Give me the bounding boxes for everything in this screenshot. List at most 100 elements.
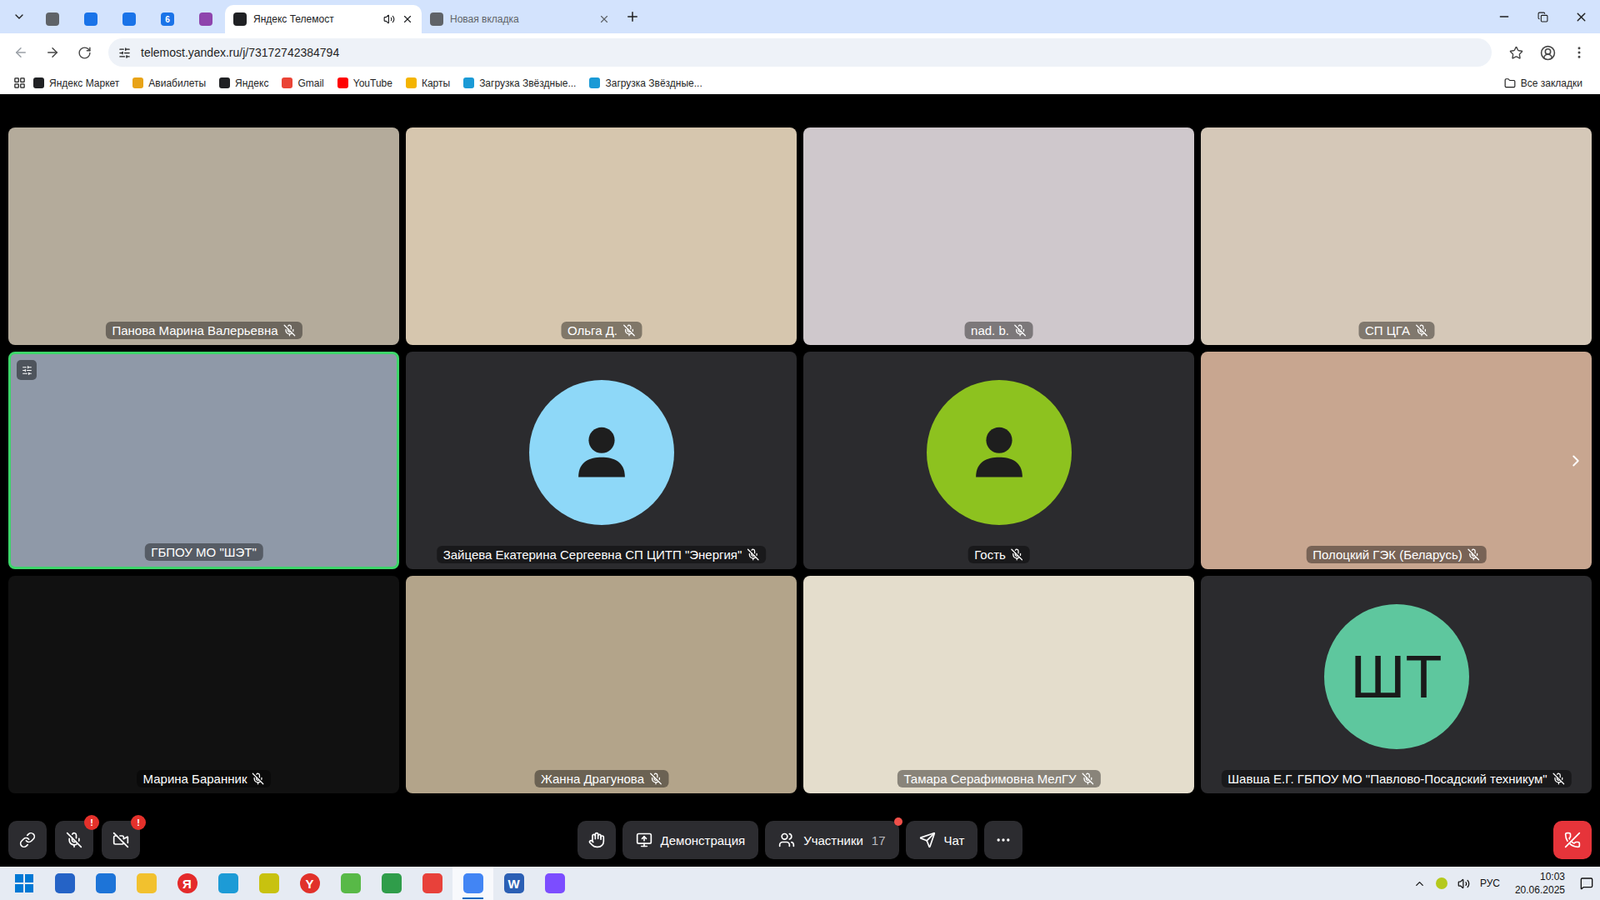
notifications-icon[interactable] [1580, 876, 1594, 890]
taskbar-app[interactable] [452, 866, 494, 900]
participant-tile[interactable]: Зайцева Екатерина Сергеевна СП ЦИТП "Эне… [405, 351, 797, 570]
taskbar-app[interactable] [534, 866, 575, 900]
arrow-right-icon [45, 45, 60, 60]
participant-tile[interactable]: Тамара Серафимовна МелГУ [803, 575, 1195, 794]
reload-button[interactable] [70, 38, 99, 67]
close-icon[interactable] [401, 13, 414, 25]
bookmark[interactable]: Яндекс [213, 75, 275, 91]
new-tab-button[interactable] [618, 0, 647, 34]
address-bar[interactable]: telemost.yandex.ru/j/73172742384794 [108, 38, 1492, 67]
bookmark[interactable]: Gmail [275, 75, 330, 91]
participant-tile[interactable]: Гость [803, 351, 1195, 570]
language[interactable]: РУС [1480, 877, 1500, 890]
participant-tile[interactable]: nad. b. [803, 127, 1195, 345]
taskbar-app[interactable] [44, 866, 85, 900]
taskbar-app[interactable] [207, 866, 249, 900]
hand-button[interactable] [577, 820, 616, 860]
taskbar-app[interactable] [370, 866, 412, 900]
bookmark[interactable]: Карты [400, 75, 456, 91]
restore-button[interactable] [1523, 0, 1562, 34]
windows-icon [15, 874, 34, 893]
back-button[interactable] [6, 38, 35, 67]
taskbar-app[interactable]: W [493, 866, 535, 900]
bookmark[interactable]: Авиабилеты [126, 75, 212, 91]
bookmark-icon [219, 77, 230, 89]
pinned-tab[interactable] [110, 5, 149, 34]
chat-button[interactable]: Чат [905, 820, 979, 860]
copy-link-button[interactable] [8, 820, 47, 860]
taskbar-app[interactable] [125, 866, 167, 900]
participant-tile[interactable]: Ольга Д. [405, 127, 797, 345]
app-icon [340, 873, 361, 894]
mic-button[interactable]: ! [55, 820, 94, 860]
participant-tile[interactable]: Полоцкий ГЭК (Беларусь) [1200, 351, 1592, 570]
favicon-icon [199, 12, 213, 26]
bookmark[interactable]: Загрузка Звёздные... [583, 75, 708, 91]
avatar [926, 380, 1072, 525]
bookmark[interactable]: YouTube [331, 75, 399, 91]
speaker-icon[interactable] [383, 13, 395, 25]
hand-icon [588, 831, 605, 849]
favicon-icon [233, 12, 247, 26]
mic-off-icon [1415, 324, 1428, 337]
warning-badge: ! [84, 815, 100, 830]
participants-button[interactable]: Участники17 [765, 820, 899, 860]
clock[interactable]: 10:0320.06.2025 [1510, 870, 1570, 897]
taskbar-app[interactable] [330, 866, 371, 900]
bookmark-icon [33, 77, 45, 89]
pinned-tab[interactable] [33, 5, 72, 34]
taskbar-app[interactable] [248, 866, 290, 900]
close-icon[interactable] [598, 13, 610, 25]
reload-icon [77, 45, 92, 60]
mic-off-icon [1010, 548, 1024, 561]
participant-name: Марина Баранник [136, 770, 272, 788]
participant-tile[interactable]: Панова Марина Валерьевна [8, 127, 400, 345]
participant-tile[interactable]: ГБПОУ МО "ШЭТ" [8, 351, 400, 570]
avatar-initials: ШТ [1324, 604, 1470, 750]
person-icon [965, 418, 1034, 487]
taskbar-app[interactable] [411, 866, 453, 900]
close-button[interactable] [1561, 0, 1600, 34]
more-button[interactable] [984, 820, 1023, 860]
apps-icon[interactable] [13, 76, 26, 90]
chevron-up-icon[interactable] [1413, 877, 1426, 890]
participant-tile[interactable]: ШТШавша Е.Г. ГБПОУ МО "Павлово-Посадский… [1200, 575, 1592, 794]
start-button[interactable] [3, 866, 45, 900]
menu-button[interactable] [1565, 38, 1594, 67]
taskbar-app[interactable] [85, 866, 126, 900]
screen-button[interactable]: Демонстрация [622, 820, 760, 860]
taskbar-app[interactable]: Y [289, 866, 330, 900]
menu-icon [1571, 45, 1587, 60]
bookmark-button[interactable] [1501, 38, 1530, 67]
participant-tile[interactable]: СП ЦГА [1200, 127, 1592, 345]
next-page-icon[interactable] [1566, 451, 1585, 470]
all-bookmarks[interactable]: Все закладки [1498, 75, 1589, 91]
bookmark[interactable]: Яндекс Маркет [27, 75, 125, 91]
bookmark-icon [337, 77, 349, 89]
link-icon [19, 831, 36, 849]
hang-up-button[interactable] [1553, 820, 1592, 860]
mic-off-icon [251, 772, 265, 785]
browser-tab[interactable]: Новая вкладка [421, 5, 619, 34]
tab-search[interactable] [5, 0, 34, 34]
site-info-icon[interactable] [118, 46, 131, 60]
bookmark[interactable]: Загрузка Звёздные... [457, 75, 582, 91]
pinned-tab[interactable] [71, 5, 110, 34]
profile-button[interactable] [1533, 38, 1562, 67]
participant-tile[interactable]: Жанна Драгунова [405, 575, 797, 794]
taskbar-app[interactable]: Я [166, 866, 208, 900]
camera-button[interactable]: ! [101, 820, 140, 860]
plus-icon [625, 9, 640, 25]
app-icon [259, 873, 280, 894]
browser-tab[interactable]: Яндекс Телемост [225, 5, 422, 34]
pinned-tab[interactable]: 6 [148, 5, 187, 34]
volume-icon[interactable] [1457, 877, 1470, 890]
forward-button[interactable] [38, 38, 67, 67]
pinned-tab[interactable] [186, 5, 225, 34]
tray-app-icon[interactable] [1435, 877, 1448, 890]
participant-tile[interactable]: Марина Баранник [8, 575, 400, 794]
bookmarks-bar: Яндекс МаркетАвиабилетыЯндексGmailYouTub… [0, 71, 1600, 95]
minimize-button[interactable] [1485, 0, 1524, 34]
participant-name: Жанна Драгунова [534, 770, 669, 788]
favicon-icon [122, 12, 136, 26]
